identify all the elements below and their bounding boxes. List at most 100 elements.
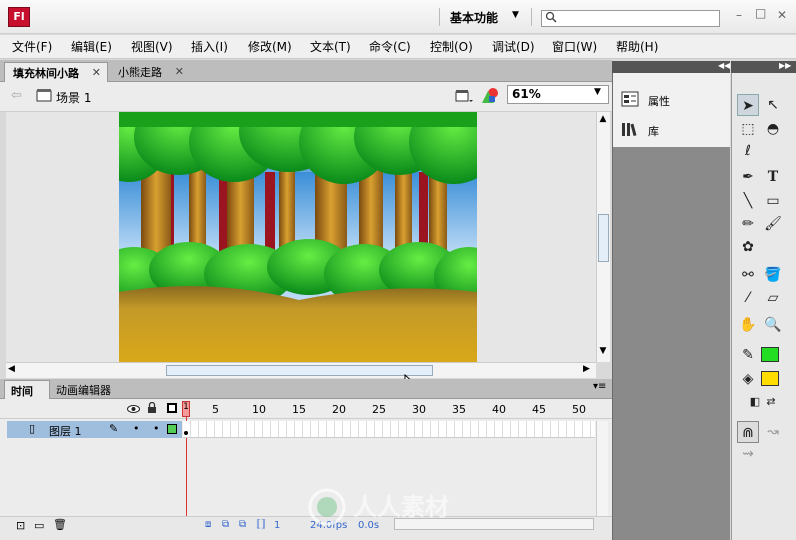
center-frame-icon[interactable]: ⧈ [205,519,211,530]
rectangle-tool-icon[interactable]: ▭ [762,190,784,212]
panel-properties-label[interactable]: 属性 [648,93,670,109]
chevron-down-icon[interactable]: ▼ [594,87,601,97]
playhead[interactable]: 1 [182,401,190,417]
collapse-icon[interactable]: ◀◀ [718,61,730,70]
menu-help[interactable]: 帮助(H) [616,38,658,55]
close-icon[interactable]: ✕ [92,66,101,79]
snap-to-objects-icon[interactable]: ⋒ [737,421,759,443]
frame-number: 40 [492,403,506,416]
horizontal-scrollbar[interactable]: ◀ ▶ [6,362,596,378]
tab-timeline[interactable]: 时间轴 [4,380,50,414]
scroll-up-icon[interactable]: ▲ [597,114,609,124]
menu-window[interactable]: 窗口(W) [552,38,597,55]
scroll-left-icon[interactable]: ◀ [8,364,15,374]
doc-tab[interactable]: 小熊走路 ✕ [110,62,190,82]
zoom-tool-icon[interactable]: 🔍 [762,314,784,336]
properties-icon[interactable] [621,91,639,110]
panel-menu-icon[interactable]: ▾≡ [593,381,606,392]
frame-grid[interactable] [183,421,595,438]
close-button[interactable]: ✕ [777,8,787,22]
swap-colors-icon[interactable]: ⇄ [760,391,782,413]
new-layer-icon[interactable]: ⊡ [16,519,25,532]
lasso-tool-icon[interactable]: ℓ [737,140,759,162]
menu-view[interactable]: 视图(V) [131,38,173,55]
new-folder-icon[interactable]: ▭ [34,519,44,532]
subselection-tool-icon[interactable]: ↖ [762,94,784,116]
maximize-button[interactable]: □ [755,6,766,20]
menu-text[interactable]: 文本(T) [310,38,351,55]
menu-debug[interactable]: 调试(D) [492,38,535,55]
frame-number: 30 [412,403,426,416]
chevron-down-icon[interactable]: ▼ [512,10,519,20]
expand-icon[interactable]: ▶▶ [779,61,791,70]
pencil-tool-icon[interactable]: ✏ [737,213,759,235]
edit-scene-icon[interactable] [455,88,473,107]
search-icon [545,11,557,26]
menu-bar: 文件(F) 编辑(E) 视图(V) 插入(I) 修改(M) 文本(T) 命令(C… [0,35,796,59]
keyframe[interactable] [184,431,188,435]
close-icon[interactable]: ✕ [175,65,184,78]
smooth-icon[interactable]: ↝ [762,421,784,443]
eraser-tool-icon[interactable]: ▱ [762,287,784,309]
layer-icon: ▯ [29,422,36,435]
workspace-switcher[interactable]: 基本功能 [450,9,498,26]
back-arrow-icon[interactable]: ⇦ [11,88,22,103]
outline-color-swatch[interactable] [167,424,177,434]
eyedropper-tool-icon[interactable]: ⁄ [737,287,759,309]
pencil-icon: ✎ [109,422,119,435]
eye-icon[interactable] [127,403,140,417]
3d-rotation-tool-icon[interactable]: ◓ [762,118,784,140]
scroll-thumb[interactable] [598,214,609,262]
deco-tool-icon[interactable]: ✿ [737,236,759,258]
pen-tool-icon[interactable]: ✒ [737,166,759,188]
doc-tab-active[interactable]: 填充林间小路 ✕ [4,62,108,82]
brush-tool-icon[interactable]: 🖌 [762,213,784,235]
scroll-thumb[interactable] [166,365,433,376]
vertical-scrollbar[interactable]: ▲ ▼ [596,112,610,362]
straighten-icon[interactable]: ⇝ [737,443,759,465]
lock-icon[interactable] [147,401,157,417]
timeline-vscroll[interactable] [596,421,608,516]
scene-label: 场景 1 [56,91,92,105]
scroll-right-icon[interactable]: ▶ [583,364,590,374]
onion-skin-icon[interactable]: ⧉ [222,519,229,530]
edit-multiple-icon[interactable]: ⟦⟧ [256,519,266,530]
hand-tool-icon[interactable]: ✋ [737,314,759,336]
menu-edit[interactable]: 编辑(E) [71,38,112,55]
outline-icon[interactable] [167,403,177,413]
minimize-button[interactable]: – [736,8,742,22]
bone-tool-icon[interactable]: ⚯ [737,264,759,286]
fill-color-icon: ◈ [742,371,754,387]
frame-number: 20 [332,403,346,416]
panel-library-label[interactable]: 库 [648,123,659,139]
menu-modify[interactable]: 修改(M) [248,38,292,55]
paint-bucket-tool-icon[interactable]: 🪣 [762,264,784,286]
tab-motion-editor[interactable]: 动画编辑器 [56,382,111,398]
lock-dot[interactable]: • [153,422,160,435]
line-tool-icon[interactable]: ╲ [737,190,759,212]
timeline-ruler [0,399,612,419]
stage-canvas[interactable] [119,112,477,362]
visibility-dot[interactable]: • [133,422,140,435]
layer-name[interactable]: 图层 1 [49,423,82,439]
library-icon[interactable] [621,121,639,140]
selection-tool-icon[interactable]: ➤ [737,94,759,116]
stroke-color-swatch[interactable] [761,347,779,362]
layer-row[interactable]: ▯ 图层 1 ✎ • • [7,421,182,438]
svg-text:人人素材: 人人素材 [353,493,449,521]
edit-symbols-icon[interactable] [480,87,500,108]
onion-outline-icon[interactable]: ⧉ [239,519,246,530]
menu-insert[interactable]: 插入(I) [191,38,228,55]
timeline-tabs: 时间轴 动画编辑器 ▾≡ [0,379,612,414]
menu-commands[interactable]: 命令(C) [369,38,411,55]
fill-color-swatch[interactable] [761,371,779,386]
menu-control[interactable]: 控制(O) [430,38,473,55]
search-input[interactable] [541,10,720,27]
current-frame[interactable]: 1 [274,520,280,531]
text-tool-icon[interactable]: T [762,166,784,188]
menu-file[interactable]: 文件(F) [12,38,52,55]
free-transform-tool-icon[interactable]: ⬚ [737,118,759,140]
frame-number: 45 [532,403,546,416]
scroll-down-icon[interactable]: ▼ [597,346,609,356]
trash-icon[interactable]: 🗑 [53,518,67,531]
